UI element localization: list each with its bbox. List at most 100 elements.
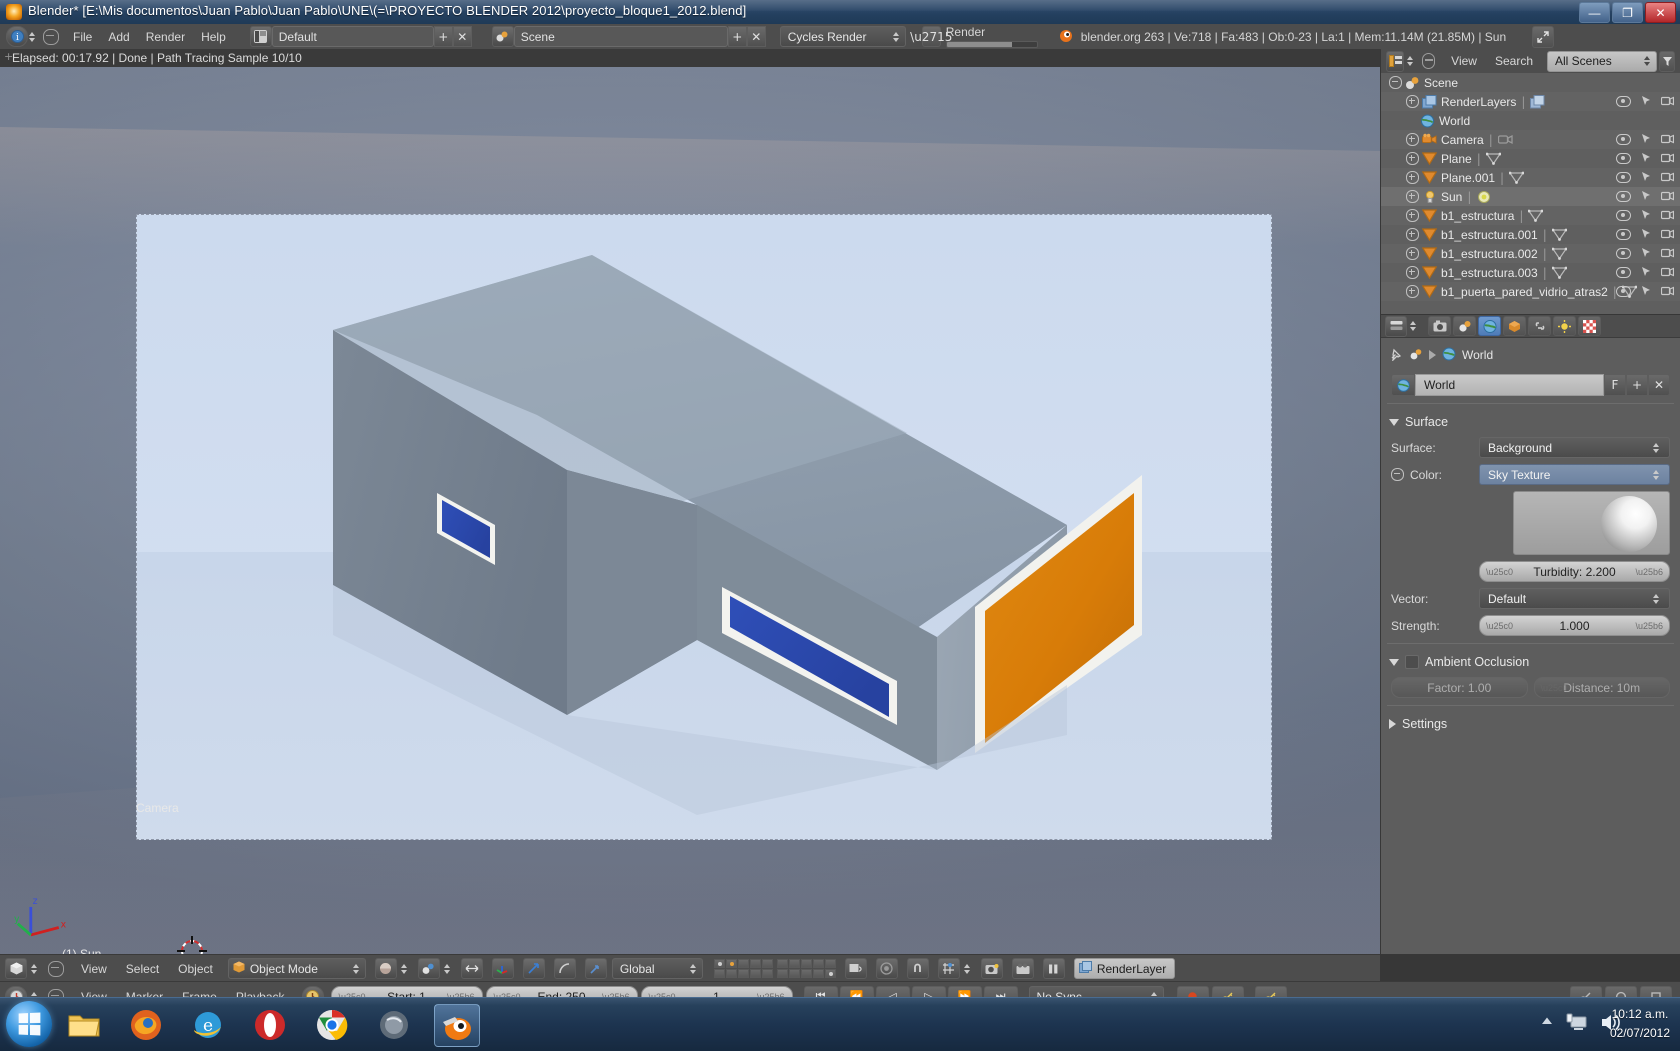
viewport-editor-type-icon[interactable] <box>5 958 27 979</box>
outliner-menu-search[interactable]: Search <box>1487 52 1541 70</box>
restrict-render-icon[interactable] <box>1660 206 1675 225</box>
taskbar-opera[interactable] <box>248 1004 292 1045</box>
mesh-data-icon[interactable] <box>1509 171 1525 185</box>
taskbar-explorer[interactable] <box>62 1004 106 1045</box>
expand-toggle-icon[interactable] <box>1389 76 1402 89</box>
expand-toggle-icon[interactable] <box>1406 171 1419 184</box>
outliner-visibility-toggles[interactable] <box>1616 244 1675 263</box>
layer-cell[interactable] <box>761 959 773 968</box>
collapse-menu-icon[interactable] <box>43 28 59 45</box>
scene-name-field[interactable]: Scene <box>513 26 728 47</box>
outliner-row-scene[interactable]: Scene <box>1381 73 1680 92</box>
color-collapse-icon[interactable] <box>1391 468 1404 481</box>
layer-cell[interactable] <box>749 969 761 978</box>
restrict-view-icon[interactable] <box>1616 248 1631 259</box>
outliner-visibility-toggles[interactable] <box>1616 206 1675 225</box>
viewport-shading-icon[interactable] <box>374 958 397 979</box>
restrict-render-icon[interactable] <box>1660 130 1675 149</box>
snap-spinner[interactable] <box>962 959 972 978</box>
scene-tab[interactable] <box>1453 316 1476 336</box>
layer-cell[interactable] <box>713 969 725 978</box>
ao-factor-slider[interactable]: Factor: 1.00 <box>1391 677 1528 698</box>
taskbar-blender[interactable] <box>434 1004 480 1047</box>
new-scene-button[interactable]: + <box>727 26 747 47</box>
expand-toggle-icon[interactable] <box>1406 247 1419 260</box>
outliner-editor-type-icon[interactable] <box>1386 50 1405 72</box>
outliner-row-renderlayers[interactable]: RenderLayers | <box>1381 92 1680 111</box>
layer-cell[interactable] <box>788 959 800 968</box>
layer-cell[interactable] <box>737 969 749 978</box>
layer-block-2[interactable] <box>776 959 836 978</box>
render-data-icon[interactable] <box>1530 94 1545 109</box>
outliner-visibility-toggles[interactable] <box>1616 187 1675 206</box>
pivot-spinner[interactable] <box>442 959 452 978</box>
taskbar-browser-other[interactable] <box>372 1004 416 1045</box>
layer-cell[interactable] <box>776 959 788 968</box>
new-screen-button[interactable]: + <box>433 26 453 47</box>
expand-toggle-icon[interactable] <box>1406 190 1419 203</box>
transform-orientation-icon[interactable] <box>584 958 607 979</box>
restrict-select-icon[interactable] <box>1640 225 1652 244</box>
ao-distance-left-arrow-icon[interactable]: \u25c0 <box>1541 683 1568 693</box>
manipulator-toggle-icon[interactable] <box>460 958 483 979</box>
expand-toggle-icon[interactable] <box>1406 209 1419 222</box>
layer-cell[interactable] <box>824 969 836 978</box>
layer-cell[interactable] <box>749 959 761 968</box>
layer-cell[interactable] <box>761 969 773 978</box>
render-tab[interactable] <box>1428 316 1451 336</box>
expand-toggle-icon[interactable] <box>1406 266 1419 279</box>
layer-cell[interactable] <box>800 959 812 968</box>
taskbar-firefox[interactable] <box>124 1004 168 1045</box>
viewport-menu-object[interactable]: Object <box>170 960 221 978</box>
outliner-tree[interactable]: Scene RenderLayers | World Camera | Plane | Plan… <box>1381 73 1680 314</box>
restrict-view-icon[interactable] <box>1616 229 1631 240</box>
outliner-row-plane[interactable]: Plane | <box>1381 149 1680 168</box>
outliner-visibility-toggles[interactable] <box>1616 225 1675 244</box>
restrict-render-icon[interactable] <box>1660 92 1675 111</box>
layer-block-1[interactable] <box>713 959 773 978</box>
delete-scene-button[interactable]: ✕ <box>746 26 766 47</box>
minimize-button[interactable]: — <box>1579 2 1610 23</box>
ao-distance-slider[interactable]: \u25c0 Distance: 10m <box>1533 677 1670 698</box>
maximize-button[interactable]: ❐ <box>1612 2 1643 23</box>
screen-layout-icon[interactable] <box>249 26 272 47</box>
restrict-select-icon[interactable] <box>1640 244 1652 263</box>
restrict-render-icon[interactable] <box>1660 168 1675 187</box>
restrict-select-icon[interactable] <box>1640 92 1652 111</box>
outliner-visibility-toggles[interactable] <box>1616 149 1675 168</box>
shading-spinner[interactable] <box>399 959 409 978</box>
menu-file[interactable]: File <box>65 28 100 46</box>
restrict-view-icon[interactable] <box>1616 286 1631 297</box>
close-button[interactable]: ✕ <box>1645 2 1676 23</box>
restrict-select-icon[interactable] <box>1640 187 1652 206</box>
outliner-visibility-toggles[interactable] <box>1616 263 1675 282</box>
snap-magnet-icon[interactable] <box>906 958 929 979</box>
screen-layout-field[interactable]: Default <box>271 26 434 47</box>
world-tab[interactable] <box>1478 316 1501 336</box>
outliner-row-b1-estructura-003[interactable]: b1_estructura.003 | <box>1381 263 1680 282</box>
transform-orientation-dropdown[interactable]: Global <box>611 958 703 979</box>
restrict-render-icon[interactable] <box>1660 187 1675 206</box>
layer-cell[interactable] <box>737 959 749 968</box>
layer-cell[interactable] <box>824 959 836 968</box>
outliner-row-b1-estructura[interactable]: b1_estructura | <box>1381 206 1680 225</box>
restrict-view-icon[interactable] <box>1616 153 1631 164</box>
show-hidden-icons-icon[interactable] <box>1540 1016 1554 1026</box>
taskbar-chrome[interactable] <box>310 1004 354 1045</box>
surface-shader-dropdown[interactable]: Background <box>1479 437 1670 458</box>
restrict-select-icon[interactable] <box>1640 206 1652 225</box>
expand-toggle-icon[interactable] <box>1406 228 1419 241</box>
outliner-display-mode-dropdown[interactable]: All Scenes <box>1547 50 1658 72</box>
turbidity-right-arrow-icon[interactable]: \u25b6 <box>1635 567 1663 577</box>
strength-right-arrow-icon[interactable]: \u25b6 <box>1635 621 1663 631</box>
layer-cell[interactable] <box>800 969 812 978</box>
outliner-row-plane-001[interactable]: Plane.001 | <box>1381 168 1680 187</box>
viewport-3d[interactable]: Camera z x y (1) Sun <box>0 67 1380 954</box>
restrict-render-icon[interactable] <box>1660 225 1675 244</box>
properties-editor-type-icon[interactable] <box>1385 315 1407 337</box>
taskbar-clock[interactable]: 10:12 a.m. 02/07/2012 <box>1610 1005 1670 1043</box>
settings-section-header[interactable]: Settings <box>1381 715 1680 733</box>
restrict-select-icon[interactable] <box>1640 263 1652 282</box>
layer-cell[interactable] <box>812 959 824 968</box>
outliner-visibility-toggles[interactable] <box>1616 168 1675 187</box>
